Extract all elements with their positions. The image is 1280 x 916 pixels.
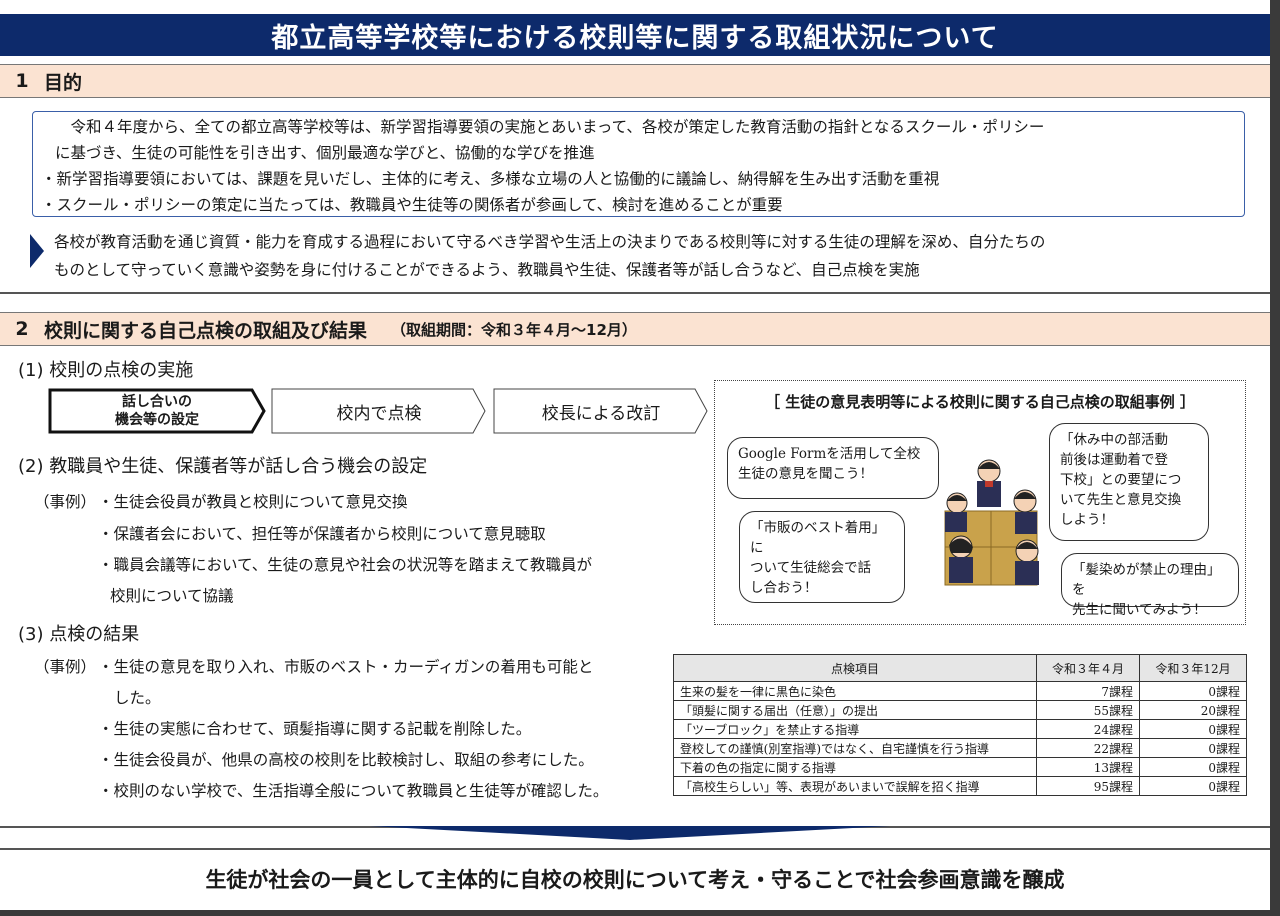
table-cell: 「ツーブロック」を禁止する指導 bbox=[673, 719, 1037, 739]
table-cell: 0課程 bbox=[1139, 738, 1247, 758]
bubble-line: し合おう！ bbox=[750, 580, 818, 596]
example-box: ［ 生徒の意見表明等による校則に関する自己点検の取組事例 ］ Google Fo… bbox=[714, 380, 1246, 625]
case-item: 校則について協議 bbox=[110, 587, 234, 605]
page-title: 都立高等学校等における校則等に関する取組状況について bbox=[0, 14, 1270, 56]
section2-number: 2 bbox=[15, 318, 29, 340]
bubble-line: 「休み中の部活動 bbox=[1060, 432, 1168, 448]
triangle-arrow-icon bbox=[30, 234, 44, 268]
step-discussion-setup: 話し合いの 機会等の設定 bbox=[48, 388, 266, 434]
table-cell: 22課程 bbox=[1035, 738, 1141, 758]
bubble-line: 「市販のベスト着用」に bbox=[750, 520, 886, 556]
summary-line: 各校が教育活動を通じ資質・能力を育成する過程において守るべき学習や生活上の決まり… bbox=[54, 233, 1046, 251]
table-cell: 13課程 bbox=[1035, 757, 1141, 777]
table-cell: 「高校生らしい」等、表現があいまいで誤解を招く指導 bbox=[673, 776, 1037, 796]
step-label: 校長による改訂 bbox=[541, 403, 661, 424]
section2-title: 校則に関する自己点検の取組及び結果 bbox=[44, 319, 368, 342]
step-label-line: 機会等の設定 bbox=[115, 412, 199, 428]
bubble-line: Google Formを活用して全校 bbox=[738, 446, 921, 462]
step-label: 校内で点検 bbox=[336, 403, 422, 424]
result-item: ・生徒の実態に合わせて、頭髪指導に関する記載を削除した。 bbox=[98, 720, 532, 738]
speech-bubble: 「髪染めが禁止の理由」を 先生に聞いてみよう！ bbox=[1061, 553, 1239, 618]
subsection-1-title: (1) 校則の点検の実施 bbox=[18, 360, 194, 381]
section2-period: （取組期間：令和３年４月～12月） bbox=[391, 320, 637, 339]
table-row: 「高校生らしい」等、表現があいまいで誤解を招く指導 95課程 0課程 bbox=[673, 776, 1247, 796]
case-item: ・保護者会において、担任等が保護者から校則について意見聴取 bbox=[98, 525, 546, 543]
step-label-line: 話し合いの bbox=[122, 394, 192, 410]
divider bbox=[0, 292, 1270, 294]
purpose-bullet: ・新学習指導要領においては、課題を見いだし、主体的に考え、多様な立場の人と協働的… bbox=[41, 170, 940, 188]
table-cell: 登校しての謹慎(別室指導)ではなく、自宅謹慎を行う指導 bbox=[673, 738, 1037, 758]
conclusion-text: 生徒が社会の一員として主体的に自校の校則について考え・守ることで社会参画意識を醸… bbox=[0, 848, 1270, 908]
section1-number: 1 bbox=[15, 70, 29, 92]
column-header: 令和３年４月 bbox=[1035, 654, 1141, 682]
section1-title: 目的 bbox=[44, 71, 83, 94]
table-cell: 0課程 bbox=[1139, 776, 1247, 796]
table-row: 下着の色の指定に関する指導 13課程 0課程 bbox=[673, 757, 1247, 777]
down-arrow-icon bbox=[370, 826, 890, 840]
case-item: ・生徒会役員が教員と校則について意見交換 bbox=[98, 493, 408, 511]
bubble-line: しよう！ bbox=[1060, 512, 1114, 528]
result-item: ・生徒会役員が、他県の高校の校則を比較検討し、取組の参考にした。 bbox=[98, 751, 594, 769]
table-cell: 「頭髪に関する届出（任意）」の提出 bbox=[673, 700, 1037, 720]
bubble-line: 生徒の意見を聞こう！ bbox=[738, 466, 873, 482]
table-header-row: 点検項目 令和３年４月 令和３年12月 bbox=[673, 654, 1247, 682]
bubble-line: 「髪染めが禁止の理由」を bbox=[1072, 562, 1221, 598]
table-cell: 0課程 bbox=[1139, 719, 1247, 739]
speech-bubble: 「市販のベスト着用」に ついて生徒総会で話 し合おう！ bbox=[739, 511, 905, 603]
purpose-line: 令和４年度から、全ての都立高等学校等は、新学習指導要領の実施とあいまって、各校が… bbox=[70, 118, 1045, 136]
section2-heading: 2 校則に関する自己点検の取組及び結果 （取組期間：令和３年４月～12月） bbox=[0, 312, 1270, 346]
summary-line: ものとして守っていく意識や姿勢を身に付けることができるよう、教職員や生徒、保護者… bbox=[54, 261, 920, 279]
purpose-line: に基づき、生徒の可能性を引き出す、個別最適な学びと、協働的な学びを推進 bbox=[55, 144, 595, 162]
case-label: （事例） bbox=[34, 658, 97, 676]
case-item: ・職員会議等において、生徒の意見や社会の状況等を踏まえて教職員が bbox=[98, 556, 592, 574]
result-item: した。 bbox=[114, 689, 161, 707]
purpose-box: 令和４年度から、全ての都立高等学校等は、新学習指導要領の実施とあいまって、各校が… bbox=[32, 111, 1245, 217]
table-cell: 生来の髪を一律に黒色に染色 bbox=[673, 681, 1037, 701]
case-label: （事例） bbox=[34, 493, 97, 511]
bubble-line: 前後は運動着で登 bbox=[1060, 452, 1168, 468]
speech-bubble: 「休み中の部活動 前後は運動着で登 下校」との要望につ いて先生と意見交換 しよ… bbox=[1049, 423, 1209, 541]
table-row: 生来の髪を一律に黒色に染色 7課程 0課程 bbox=[673, 681, 1247, 701]
subsection-2-title: (2) 教職員や生徒、保護者等が話し合う機会の設定 bbox=[18, 456, 428, 477]
step-label: 話し合いの 機会等の設定 bbox=[48, 388, 266, 434]
table-cell: 24課程 bbox=[1035, 719, 1141, 739]
students-illustration bbox=[944, 459, 1039, 586]
table-cell: 95課程 bbox=[1035, 776, 1141, 796]
bubble-line: 先生に聞いてみよう！ bbox=[1072, 602, 1207, 618]
results-table: 点検項目 令和３年４月 令和３年12月 生来の髪を一律に黒色に染色 7課程 0課… bbox=[673, 654, 1247, 796]
step-internal-check: 校内で点検 bbox=[271, 388, 487, 434]
bubble-line: ついて生徒総会で話 bbox=[750, 560, 872, 576]
result-item: ・生徒の意見を取り入れ、市販のベスト・カーディガンの着用も可能と bbox=[98, 658, 594, 676]
bubble-line: いて先生と意見交換 bbox=[1060, 492, 1182, 508]
table-cell: 0課程 bbox=[1139, 681, 1247, 701]
purpose-summary: 各校が教育活動を通じ資質・能力を育成する過程において守るべき学習や生活上の決まり… bbox=[30, 228, 1245, 284]
step-principal-revision: 校長による改訂 bbox=[493, 388, 709, 434]
column-header: 令和３年12月 bbox=[1139, 654, 1247, 682]
document-page: 都立高等学校等における校則等に関する取組状況について 1 目的 令和４年度から、… bbox=[0, 0, 1270, 910]
table-cell: 20課程 bbox=[1139, 700, 1247, 720]
result-item: ・校則のない学校で、生活指導全般について教職員と生徒等が確認した。 bbox=[98, 782, 609, 800]
table-row: 「ツーブロック」を禁止する指導 24課程 0課程 bbox=[673, 719, 1247, 739]
bubble-line: 下校」との要望につ bbox=[1060, 472, 1182, 488]
table-cell: 55課程 bbox=[1035, 700, 1141, 720]
column-header: 点検項目 bbox=[673, 654, 1037, 682]
table-row: 登校しての謹慎(別室指導)ではなく、自宅謹慎を行う指導 22課程 0課程 bbox=[673, 738, 1247, 758]
subsection-3-title: (3) 点検の結果 bbox=[18, 624, 140, 645]
example-title: ［ 生徒の意見表明等による校則に関する自己点検の取組事例 ］ bbox=[765, 393, 1195, 411]
table-row: 「頭髪に関する届出（任意）」の提出 55課程 20課程 bbox=[673, 700, 1247, 720]
purpose-bullet: ・スクール・ポリシーの策定に当たっては、教職員や生徒等の関係者が参画して、検討を… bbox=[41, 196, 783, 214]
section1-heading: 1 目的 bbox=[0, 64, 1270, 98]
speech-bubble: Google Formを活用して全校 生徒の意見を聞こう！ bbox=[727, 437, 939, 499]
table-cell: 7課程 bbox=[1035, 681, 1141, 701]
table-cell: 下着の色の指定に関する指導 bbox=[673, 757, 1037, 777]
table-cell: 0課程 bbox=[1139, 757, 1247, 777]
